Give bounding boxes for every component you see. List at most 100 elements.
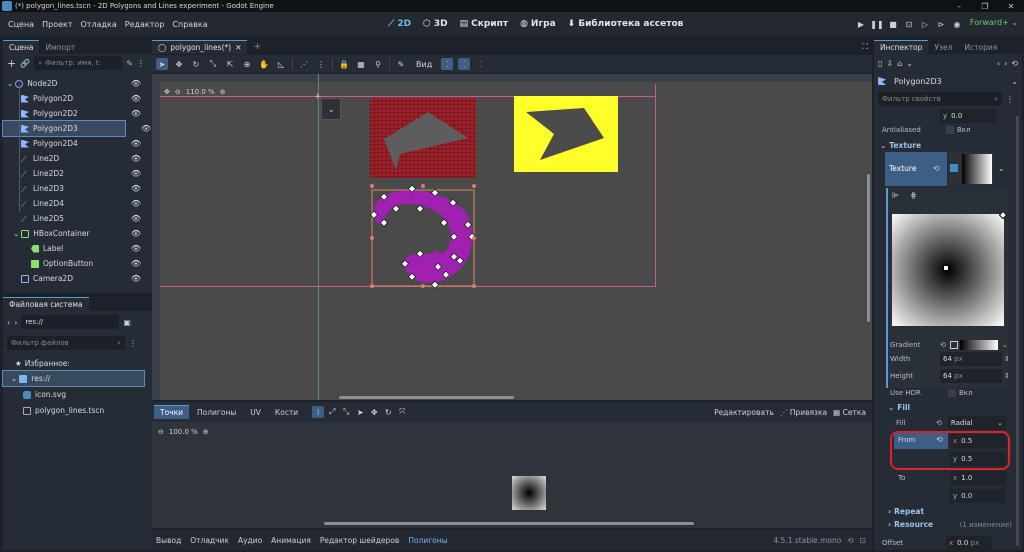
distraction-free-icon[interactable]: ⛶: [862, 42, 868, 52]
width-field[interactable]: 64 px: [940, 352, 1002, 366]
tab-bones[interactable]: Кости: [269, 406, 304, 419]
main-asset-library-button[interactable]: ⬇ Библиотека ассетов: [563, 19, 689, 29]
zoom-in-icon[interactable]: ⊕: [203, 428, 209, 436]
antialiased-checkbox[interactable]: Вкл: [946, 126, 971, 134]
lock-icon[interactable]: 🔒: [338, 58, 350, 70]
script-attach-icon[interactable]: ✎: [126, 59, 133, 68]
main-game-button[interactable]: ◍ Игра: [515, 19, 561, 29]
ruler-tool-icon[interactable]: ◺: [275, 58, 287, 70]
spinner-icon[interactable]: ⇕: [1004, 372, 1010, 380]
tab-points[interactable]: Точки: [154, 405, 190, 419]
file-item-polygon-lines[interactable]: polygon_lines.tscn: [3, 403, 149, 418]
tree-node-line2d4[interactable]: ⟋ Line2D4 👁: [3, 196, 149, 211]
menu-help[interactable]: Справка: [168, 20, 211, 29]
uv-horizontal-scrollbar[interactable]: [324, 522, 694, 525]
visibility-eye-icon[interactable]: 👁: [131, 154, 141, 163]
edit-button[interactable]: Редактировать: [714, 408, 774, 417]
tab-animation[interactable]: Анимация: [271, 536, 311, 545]
kebab-menu-icon[interactable]: ⋮: [1006, 95, 1014, 104]
link-icon[interactable]: 🔗: [20, 59, 30, 68]
menu-editor[interactable]: Редактор: [121, 20, 169, 29]
tree-node-polygon2d4[interactable]: Polygon2D4 👁: [3, 136, 149, 151]
menu-debug[interactable]: Отладка: [77, 20, 121, 29]
scene-filter-input[interactable]: ⌕ Фильтр: имя, t:: [34, 56, 123, 70]
visibility-eye-icon[interactable]: 👁: [131, 94, 141, 103]
path-input[interactable]: res://: [21, 315, 120, 329]
visibility-eye-icon[interactable]: 👁: [131, 199, 141, 208]
snap-icon[interactable]: ⋰: [298, 58, 310, 70]
forward-arrow-icon[interactable]: ›: [1004, 59, 1007, 68]
top-y-field[interactable]: y 0.0: [940, 109, 996, 123]
tree-node-polygon2d2[interactable]: Polygon2D2 👁: [3, 106, 149, 121]
revert-icon[interactable]: ⟲: [936, 419, 942, 427]
tab-audio[interactable]: Аудио: [238, 536, 262, 545]
kebab-menu-icon[interactable]: ⋮: [129, 339, 137, 348]
tab-filesystem[interactable]: Файловая система: [3, 297, 89, 311]
visibility-eye-icon[interactable]: 👁: [131, 259, 141, 268]
snap-button[interactable]: ⋰ Привязка: [780, 408, 827, 417]
play-custom-icon[interactable]: ⊳: [934, 17, 948, 31]
cursor-icon[interactable]: ➤: [354, 406, 366, 418]
rotate-points-icon[interactable]: ⤢: [326, 406, 338, 418]
property-filter-input[interactable]: Фильтр свойств ⌕: [878, 92, 1002, 106]
close-tab-icon[interactable]: ✕: [235, 43, 241, 52]
tab-import[interactable]: Импорт: [39, 41, 81, 54]
tree-node-hboxcontainer[interactable]: ⌄ HBoxContainer 👁: [3, 226, 149, 241]
edit-polygon-icon[interactable]: ✎: [395, 58, 407, 70]
file-item-res[interactable]: ⌄ res://: [2, 370, 145, 387]
tab-polygons-bottom[interactable]: Полигоны: [408, 536, 447, 545]
yellow-arrow-polygon[interactable]: [514, 96, 618, 172]
tree-node-line2d[interactable]: ⟋ Line2D 👁: [3, 151, 149, 166]
zoom-out-icon[interactable]: ⊖: [158, 428, 164, 436]
file-filter-input[interactable]: Фильтр файлов ⌕: [7, 336, 125, 350]
delete-points-icon[interactable]: ⁚: [475, 58, 487, 70]
tree-node-label[interactable]: Label 👁: [3, 241, 149, 256]
create-points-icon[interactable]: ⁚: [441, 58, 454, 70]
to-x-field[interactable]: x 1.0: [950, 471, 1006, 485]
stop-icon[interactable]: ■: [886, 17, 900, 31]
selectable-tool-icon[interactable]: ⇱: [224, 58, 236, 70]
edit-points-icon[interactable]: ⁚: [458, 58, 471, 70]
horizontal-scrollbar[interactable]: [339, 396, 514, 399]
collapse-icon[interactable]: ⌄: [13, 229, 19, 238]
chevron-down-icon[interactable]: ⌄: [998, 164, 1005, 173]
section-resource[interactable]: › Resource (1 изменение): [888, 518, 1012, 531]
vertical-scrollbar[interactable]: [867, 174, 870, 322]
bone-icon[interactable]: ⚲: [372, 58, 384, 70]
red-textured-polygon[interactable]: [370, 98, 476, 178]
tab-node[interactable]: Узел: [928, 41, 958, 54]
revert-icon[interactable]: ⟲: [940, 341, 946, 349]
tree-node-line2d2[interactable]: ⟋ Line2D2 👁: [3, 166, 149, 181]
back-arrow-icon[interactable]: ‹: [7, 318, 10, 327]
back-arrow-icon[interactable]: ‹: [997, 59, 1000, 68]
rotate-icon[interactable]: ↻: [382, 406, 394, 418]
scale-tool-icon[interactable]: ⤡: [207, 58, 219, 70]
section-repeat[interactable]: › Repeat: [888, 505, 1012, 518]
tree-node-camera2d[interactable]: Camera2D 👁: [3, 271, 149, 286]
tab-inspector[interactable]: Инспектор: [874, 40, 929, 54]
play-icon[interactable]: ▶: [854, 17, 868, 31]
tree-node-optionbutton[interactable]: OptionButton 👁: [3, 256, 149, 271]
tab-polygons[interactable]: Полигоны: [191, 406, 242, 419]
chevron-down-icon[interactable]: ⌄: [1002, 341, 1008, 349]
to-y-field[interactable]: y 0.0: [950, 489, 1006, 503]
pan-tool-icon[interactable]: ✋: [258, 58, 270, 70]
grid-snap-icon[interactable]: ⋮: [315, 58, 327, 70]
tree-node-line2d5[interactable]: ⟋ Line2D5 👁: [3, 211, 149, 226]
new-resource-icon[interactable]: ▯: [878, 59, 882, 68]
use-hdr-checkbox[interactable]: Вкл: [948, 389, 973, 397]
tab-shader-editor[interactable]: Редактор шейдеров: [320, 536, 399, 545]
visibility-eye-icon[interactable]: 👁: [131, 244, 141, 253]
visibility-eye-icon[interactable]: 👁: [131, 274, 141, 283]
linear-gradient-icon[interactable]: ⊫: [892, 191, 899, 200]
pan-icon[interactable]: ✥: [368, 406, 380, 418]
revert-icon[interactable]: ⟲: [933, 164, 940, 173]
uv-zoom-level[interactable]: 100.0 %: [169, 428, 198, 436]
close-button[interactable]: ✕: [998, 0, 1024, 12]
select-tool-icon[interactable]: ➤: [156, 58, 168, 70]
main-3d-button[interactable]: ⬡ 3D: [418, 19, 453, 29]
tree-node-polygon2d3[interactable]: Polygon2D3: [2, 120, 126, 137]
spinner-icon[interactable]: ⇕: [1004, 355, 1010, 363]
file-item-icon-svg[interactable]: icon.svg: [3, 387, 149, 402]
scale-points-icon[interactable]: ⤡: [340, 406, 352, 418]
